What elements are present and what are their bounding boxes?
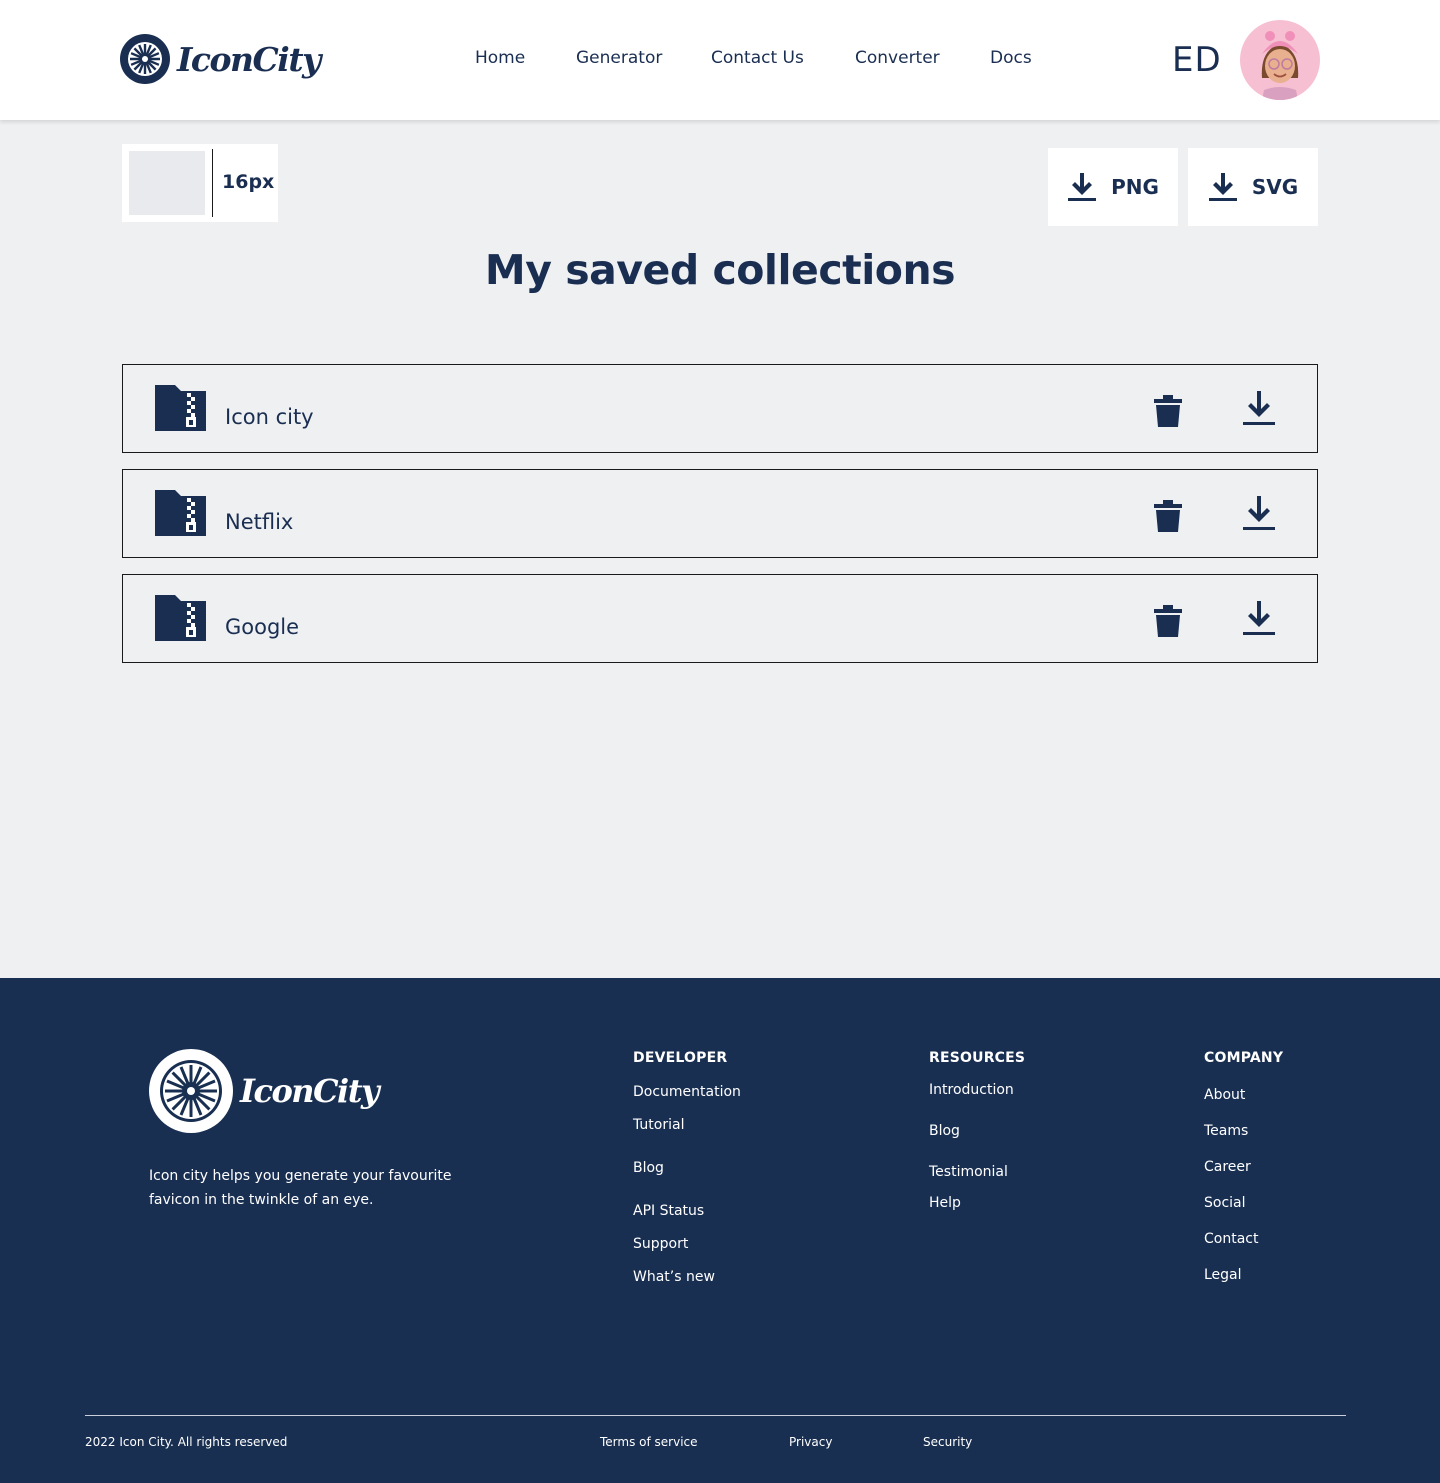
- footer-link-contact[interactable]: Contact: [1204, 1231, 1258, 1247]
- download-icon[interactable]: [1243, 496, 1275, 532]
- download-icon: [1208, 173, 1237, 201]
- collection-name: Icon city: [225, 405, 314, 429]
- footer-link-security[interactable]: Security: [923, 1435, 972, 1449]
- nav-generator[interactable]: Generator: [576, 48, 662, 68]
- collection-row[interactable]: Netflix: [122, 469, 1318, 558]
- nav-contact-us[interactable]: Contact Us: [711, 48, 804, 68]
- site-footer: IconCity Icon city helps you generate yo…: [0, 978, 1440, 1483]
- footer-link-privacy[interactable]: Privacy: [789, 1435, 832, 1449]
- logo-text: IconCity: [177, 39, 321, 79]
- download-svg-button[interactable]: SVG: [1188, 148, 1318, 226]
- nav-home[interactable]: Home: [475, 48, 525, 68]
- download-icon[interactable]: [1243, 391, 1275, 427]
- zip-folder-icon: [155, 385, 206, 431]
- collection-name: Google: [225, 615, 300, 639]
- user-initials[interactable]: ED: [1172, 40, 1222, 80]
- nav-converter[interactable]: Converter: [855, 48, 940, 68]
- footer-link-blog[interactable]: Blog: [633, 1160, 664, 1176]
- footer-link-career[interactable]: Career: [1204, 1159, 1251, 1175]
- footer-link-api-status[interactable]: API Status: [633, 1203, 704, 1219]
- footer-link-social[interactable]: Social: [1204, 1195, 1246, 1211]
- footer-link-about[interactable]: About: [1204, 1087, 1245, 1103]
- trash-icon[interactable]: [1153, 605, 1183, 637]
- page-title: My saved collections: [484, 246, 956, 294]
- logo-wheel-icon: [149, 1049, 233, 1133]
- footer-description: Icon city helps you generate your favour…: [149, 1168, 452, 1208]
- footer-link-testimonial[interactable]: Testimonial: [929, 1164, 1008, 1180]
- footer-link-teams[interactable]: Teams: [1204, 1123, 1248, 1139]
- zip-folder-icon: [155, 595, 206, 641]
- footer-logo[interactable]: IconCity: [148, 1048, 380, 1134]
- footer-link-tutorial[interactable]: Tutorial: [633, 1117, 684, 1133]
- footer-link-documentation[interactable]: Documentation: [633, 1084, 741, 1100]
- icon-preview: [129, 151, 205, 215]
- download-icon: [1068, 173, 1097, 201]
- footer-heading-resources: RESOURCES: [929, 1050, 1026, 1066]
- footer-link-help[interactable]: Help: [929, 1195, 961, 1211]
- collection-row[interactable]: Icon city: [122, 364, 1318, 453]
- png-label: PNG: [1111, 175, 1159, 199]
- trash-icon[interactable]: [1153, 395, 1183, 427]
- size-selector[interactable]: 16px: [122, 144, 278, 222]
- footer-link-whats-new[interactable]: What’s new: [633, 1269, 715, 1285]
- svg-label: SVG: [1251, 175, 1299, 199]
- footer-heading-developer: DEVELOPER: [633, 1050, 728, 1066]
- download-icon[interactable]: [1243, 601, 1275, 637]
- collection-name: Netflix: [225, 510, 294, 534]
- trash-icon[interactable]: [1153, 500, 1183, 532]
- footer-link-terms[interactable]: Terms of service: [600, 1435, 698, 1449]
- divider: [212, 149, 213, 217]
- nav-docs[interactable]: Docs: [990, 48, 1032, 68]
- footer-logo-text: IconCity: [240, 1072, 380, 1110]
- footer-heading-company: COMPANY: [1204, 1050, 1284, 1066]
- logo-wheel-icon: [120, 34, 170, 84]
- footer-link-blog[interactable]: Blog: [929, 1123, 960, 1139]
- avatar-memoji-icon: [1261, 31, 1299, 100]
- download-png-button[interactable]: PNG: [1048, 148, 1178, 226]
- copyright: 2022 Icon City. All rights reserved: [85, 1435, 288, 1449]
- site-header: IconCity Home Generator Contact Us Conve…: [0, 0, 1440, 120]
- zip-folder-icon: [155, 490, 206, 536]
- footer-link-introduction[interactable]: Introduction: [929, 1082, 1014, 1098]
- logo[interactable]: IconCity: [118, 32, 321, 86]
- avatar[interactable]: [1240, 20, 1320, 100]
- size-label: 16px: [222, 171, 275, 193]
- footer-divider: [85, 1415, 1346, 1416]
- footer-link-support[interactable]: Support: [633, 1236, 688, 1252]
- collection-row[interactable]: Google: [122, 574, 1318, 663]
- footer-link-legal[interactable]: Legal: [1204, 1267, 1242, 1283]
